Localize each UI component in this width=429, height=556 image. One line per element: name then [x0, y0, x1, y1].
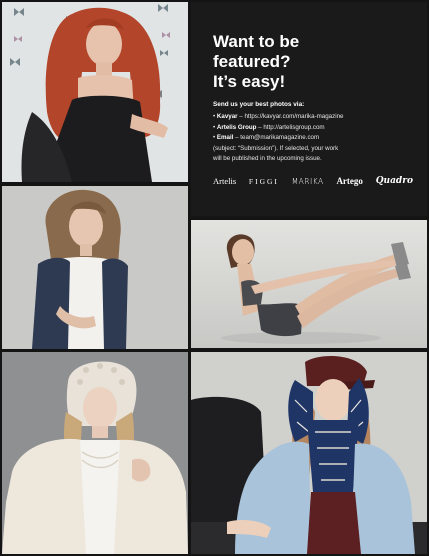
photo-girl-cap-scarf-art: [191, 352, 427, 554]
artelis-link[interactable]: – http://artelisgroup.com: [256, 124, 324, 131]
brand-logo-artelis: Artelis: [213, 176, 237, 186]
photo-girl-crochet-hat: [2, 352, 188, 554]
kavyar-label: Kavyar: [216, 113, 238, 120]
email-label: Email: [216, 134, 234, 141]
photo-girl-denim-vest: [2, 186, 188, 349]
photo-girl-cap-scarf: [191, 352, 427, 554]
photo-girl-v-sit-art: [191, 220, 427, 348]
headline-line-2: featured?: [213, 52, 291, 71]
artelis-label: Artelis Group: [216, 123, 257, 131]
brand-logos: Artelis FIGGI MARIKA Artego Quadro: [213, 174, 413, 188]
photo-girl-denim-vest-art: [2, 186, 188, 349]
photo-red-hair-girl: [2, 2, 188, 182]
brand-logo-quadro: Quadro: [375, 176, 413, 186]
artelis-row: • Artelis Group – http://artelisgroup.co…: [213, 123, 425, 134]
kavyar-row: • Kavyar – https://kavyar.com/marika-mag…: [213, 112, 425, 123]
bullet: •: [213, 113, 216, 120]
photo-girl-v-sit: [191, 220, 427, 348]
brand-logo-figgi: FIGGI: [248, 176, 279, 186]
headline-line-1: Want to be: [213, 32, 300, 51]
brand-logo-marika: MARIKA: [291, 176, 324, 186]
note-line-2: will be published in the upcoming issue.: [213, 155, 322, 162]
email-link[interactable]: – team@marikamagazine.com: [233, 134, 319, 141]
bullet: •: [213, 134, 216, 141]
featured-panel: Want to be featured? It’s easy! Send us …: [191, 2, 427, 216]
submission-info: • Kavyar – https://kavyar.com/marika-mag…: [213, 112, 425, 165]
magazine-page: Want to be featured? It’s easy! Send us …: [0, 0, 429, 556]
kavyar-link[interactable]: – https://kavyar.com/marika-magazine: [238, 113, 343, 120]
note-line-1: (subject: “Submission”). If selected, yo…: [213, 144, 339, 152]
email-row: • Email – team@marikamagazine.com: [213, 133, 425, 144]
send-heading: Send us your best photos via:: [213, 101, 305, 108]
headline-line-3: It’s easy!: [213, 72, 286, 91]
photo-red-hair-girl-art: [2, 2, 188, 182]
brand-logo-artego: Artego: [336, 176, 363, 186]
headline: Want to be featured? It’s easy!: [213, 32, 413, 92]
photo-girl-crochet-hat-art: [2, 352, 188, 554]
bullet: •: [213, 123, 216, 131]
